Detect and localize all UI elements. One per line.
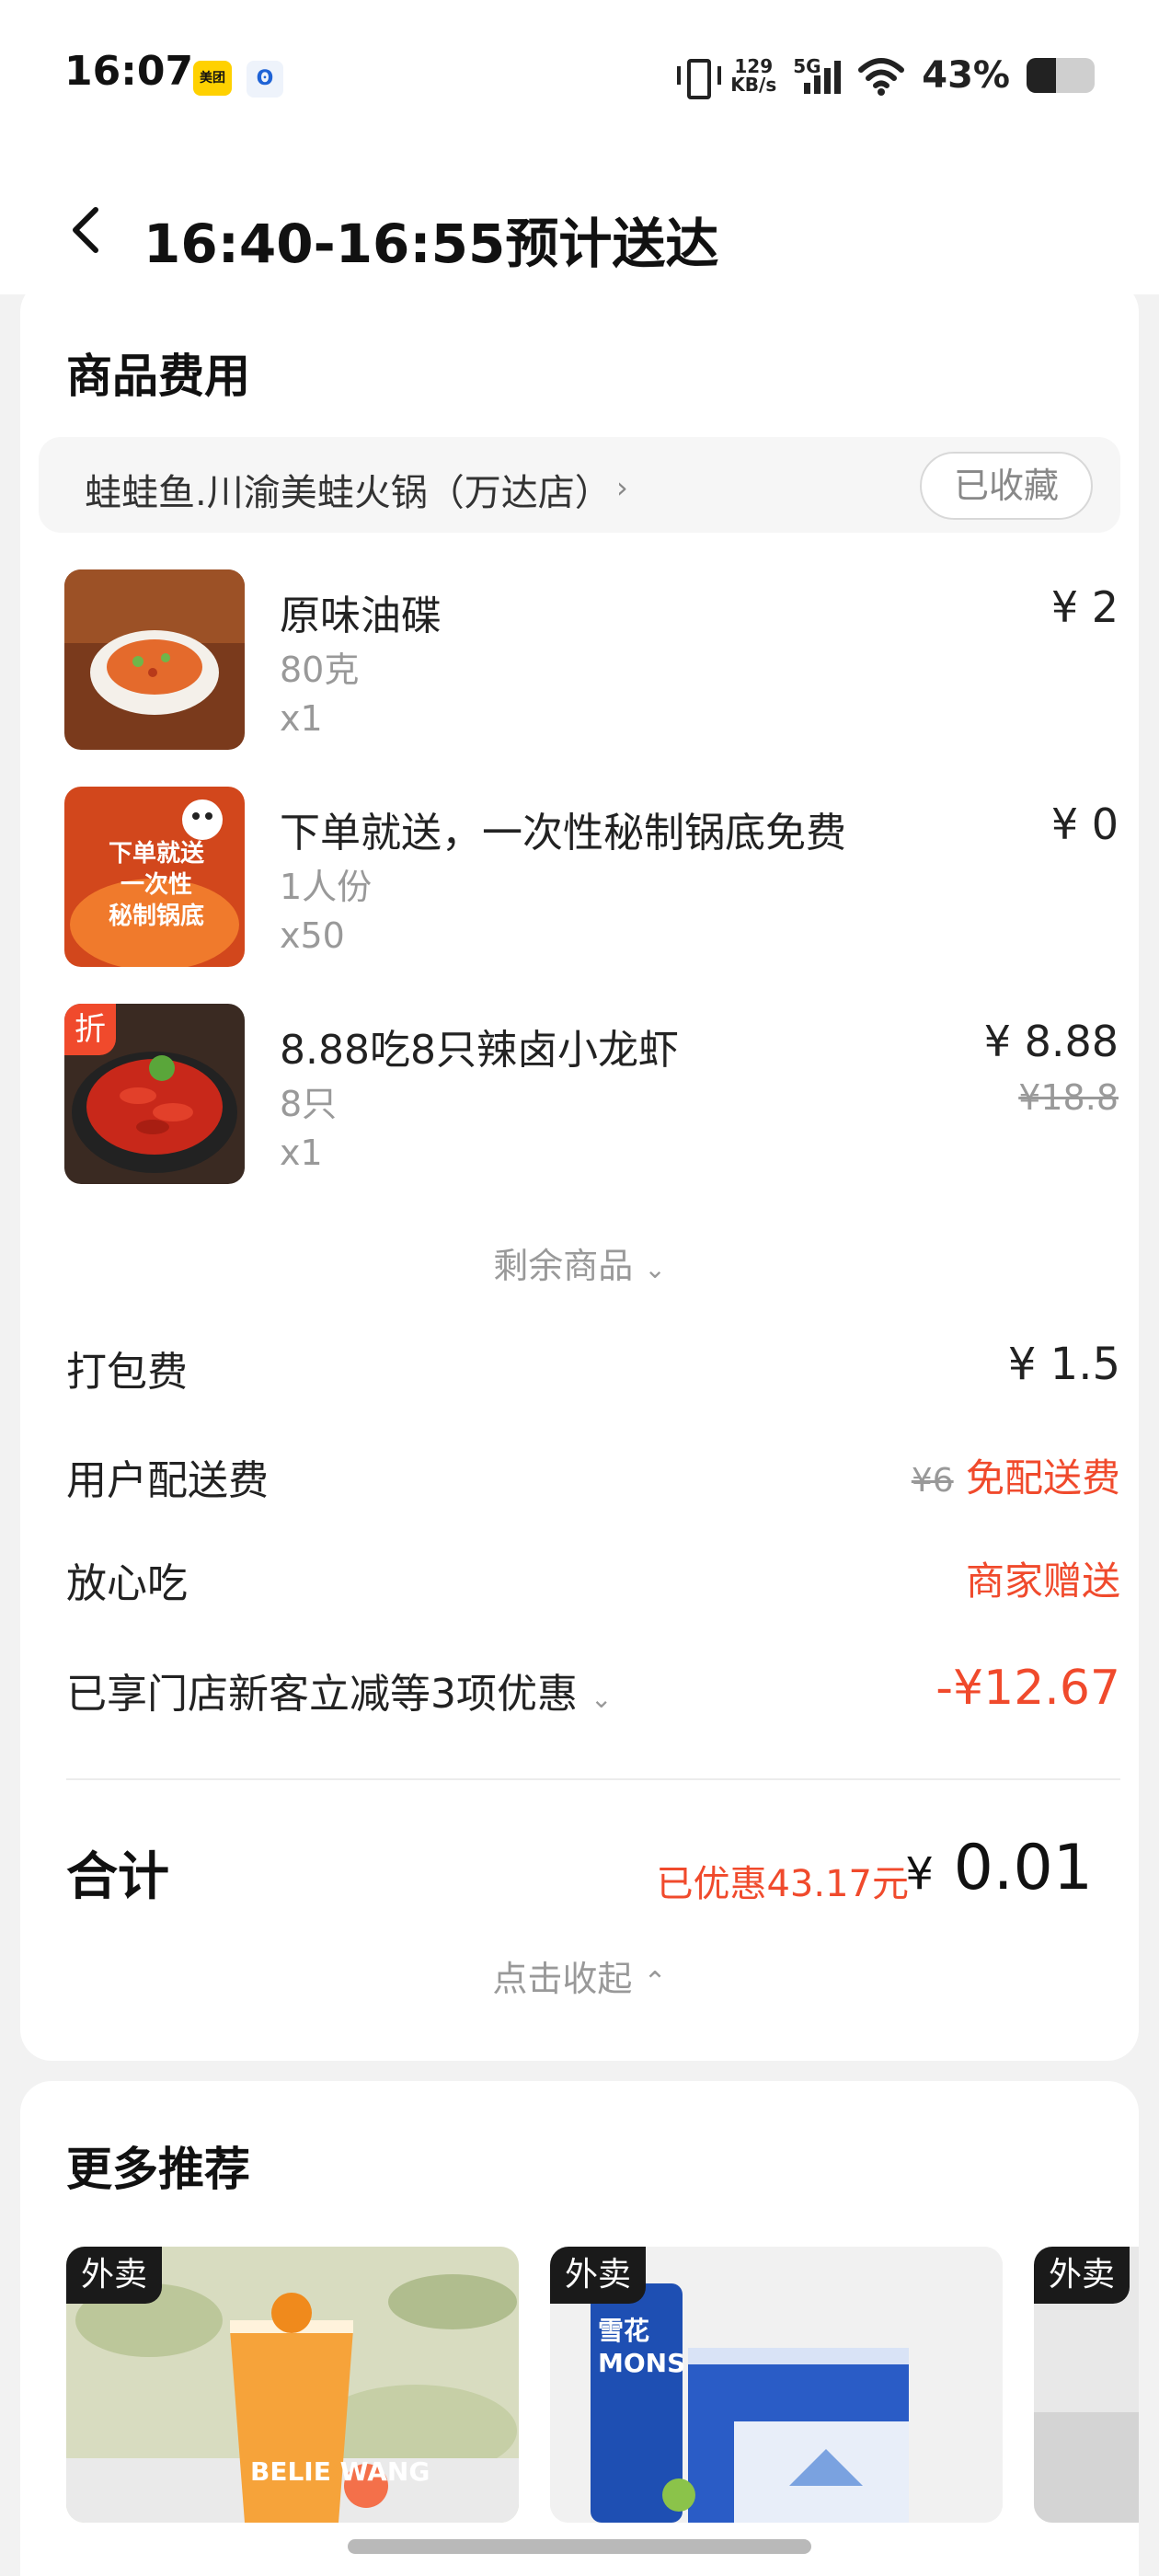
saved-amount: 已优惠43.17元 bbox=[656, 1863, 909, 1905]
favorited-button[interactable]: 已收藏 bbox=[920, 452, 1093, 520]
delivery-fee-original: ¥6 bbox=[911, 1462, 954, 1500]
order-fee-card: 商品费用 蛙蛙鱼.川渝美蛙火锅（万达店） › 已收藏 原味油碟 80克 x1 ¥… bbox=[20, 281, 1139, 2061]
item-spec: 80克 bbox=[280, 650, 360, 690]
page-header: 16:40-16:55预计送达 bbox=[0, 156, 1159, 294]
total-value: 0.01 bbox=[953, 1832, 1093, 1904]
wifi-icon bbox=[858, 58, 905, 96]
page-title: 16:40-16:55预计送达 bbox=[143, 213, 719, 275]
chevron-right-icon: › bbox=[616, 470, 628, 505]
network-speed: 129 KB/s bbox=[730, 57, 776, 94]
worry-free-value: 商家赠送 bbox=[965, 1558, 1120, 1604]
chevron-down-icon: ⌄ bbox=[591, 1684, 613, 1714]
notification-app-icon: ʘ bbox=[247, 61, 283, 98]
item-name: 下单就送，一次性秘制锅底免费 bbox=[280, 810, 846, 857]
item-quantity: x1 bbox=[280, 698, 323, 739]
divider bbox=[66, 1778, 1120, 1780]
item-price: ¥ 8.88 bbox=[983, 1017, 1119, 1066]
item-image bbox=[64, 569, 245, 750]
vibrate-icon bbox=[677, 55, 722, 99]
discount-row[interactable]: 已享门店新客立减等3项优惠 ⌄ -¥12.67 bbox=[66, 1661, 1120, 1725]
order-item[interactable]: 折 8.88吃8只辣卤小龙虾 8只 x1 ¥ 8.88 ¥18.8 bbox=[64, 1004, 1119, 1188]
battery-fill bbox=[1027, 58, 1056, 93]
item-spec: 1人份 bbox=[280, 867, 373, 907]
worry-free-label: 放心吃 bbox=[66, 1560, 188, 1607]
cellular-signal-icon: 5G bbox=[793, 55, 842, 96]
recommendation-image-text: BELIE WANG bbox=[250, 2456, 430, 2487]
recommendation-card: 更多推荐 BELIE WANG 外卖 雪花 MONS 外卖 外卖 bbox=[20, 2081, 1139, 2576]
item-image: 下单就送 一次性 秘制锅底 bbox=[64, 787, 245, 967]
total-label: 合计 bbox=[66, 1847, 169, 1907]
item-quantity: x50 bbox=[280, 915, 345, 956]
worry-free-row: 放心吃 商家赠送 bbox=[66, 1550, 1120, 1615]
item-image-caption: 下单就送 一次性 秘制锅底 bbox=[108, 840, 204, 930]
discount-label: 已享门店新客立减等3项优惠 bbox=[66, 1671, 578, 1718]
section-title-fees: 商品费用 bbox=[66, 350, 250, 403]
total-currency: ¥ bbox=[905, 1848, 934, 1900]
status-bar: 16:07 美团 ʘ 129 KB/s 5G 43% bbox=[0, 0, 1159, 156]
discount-label-group[interactable]: 已享门店新客立减等3项优惠 ⌄ bbox=[66, 1661, 612, 1719]
network-speed-value: 129 bbox=[734, 55, 774, 77]
meituan-app-icon: 美团 bbox=[193, 61, 232, 96]
status-indicators: 129 KB/s 5G 43% bbox=[677, 48, 1095, 103]
recommendation-item[interactable]: 外卖 bbox=[1034, 2247, 1139, 2523]
item-name: 原味油碟 bbox=[280, 592, 442, 639]
item-spec: 8只 bbox=[280, 1084, 338, 1124]
store-row[interactable]: 蛙蛙鱼.川渝美蛙火锅（万达店） › 已收藏 bbox=[39, 437, 1120, 533]
back-arrow-icon[interactable] bbox=[64, 202, 109, 258]
home-indicator[interactable] bbox=[348, 2539, 811, 2554]
delivery-fee-value-group: ¥6 免配送费 bbox=[912, 1447, 1120, 1503]
order-item[interactable]: 下单就送 一次性 秘制锅底 下单就送，一次性秘制锅底免费 1人份 x50 ¥ 0 bbox=[64, 787, 1119, 971]
delivery-fee-value: 免配送费 bbox=[965, 1455, 1120, 1501]
section-title-recommend: 更多推荐 bbox=[66, 2143, 250, 2196]
battery-icon bbox=[1027, 58, 1095, 93]
packing-fee-row: 打包费 ¥ 1.5 bbox=[66, 1339, 1120, 1403]
item-price: ¥ 0 bbox=[1050, 799, 1119, 849]
packing-fee-value: ¥ 1.5 bbox=[1007, 1339, 1120, 1390]
takeout-tag: 外卖 bbox=[66, 2247, 163, 2304]
collapse-label: 点击收起 bbox=[492, 1959, 633, 1999]
chevron-down-icon: ⌄ bbox=[644, 1254, 666, 1284]
recommendation-item[interactable]: 雪花 MONS 外卖 bbox=[550, 2247, 1003, 2523]
delivery-fee-row: 用户配送费 ¥6 免配送费 bbox=[66, 1447, 1120, 1512]
network-speed-unit: KB/s bbox=[730, 74, 777, 96]
collapse-button[interactable]: 点击收起 ⌃ bbox=[20, 1950, 1139, 2001]
battery-percent: 43% bbox=[922, 54, 1010, 97]
status-time: 16:07 bbox=[64, 48, 194, 95]
takeout-tag: 外卖 bbox=[1034, 2247, 1130, 2304]
packing-fee-label: 打包费 bbox=[66, 1349, 188, 1396]
takeout-tag: 外卖 bbox=[550, 2247, 647, 2304]
remaining-items-toggle[interactable]: 剩余商品 ⌄ bbox=[20, 1237, 1139, 1288]
total-amount: ¥ 0.01 bbox=[905, 1832, 1093, 1904]
item-name: 8.88吃8只辣卤小龙虾 bbox=[280, 1027, 679, 1074]
recommendation-list: BELIE WANG 外卖 雪花 MONS 外卖 外卖 bbox=[66, 2247, 1139, 2523]
store-name[interactable]: 蛙蛙鱼.川渝美蛙火锅（万达店） bbox=[85, 463, 612, 516]
discount-value: -¥12.67 bbox=[935, 1661, 1120, 1716]
recommendation-item[interactable]: BELIE WANG 外卖 bbox=[66, 2247, 519, 2523]
order-item[interactable]: 原味油碟 80克 x1 ¥ 2 bbox=[64, 569, 1119, 753]
item-price: ¥ 2 bbox=[1050, 582, 1119, 632]
recommendation-image-text: 雪花 MONS bbox=[598, 2316, 686, 2378]
delivery-fee-label: 用户配送费 bbox=[66, 1457, 269, 1504]
item-image: 折 bbox=[64, 1004, 245, 1184]
chevron-up-icon: ⌃ bbox=[643, 1966, 667, 1998]
discount-tag: 折 bbox=[64, 1004, 116, 1055]
item-original-price: ¥18.8 bbox=[1018, 1077, 1119, 1118]
remaining-items-label: 剩余商品 bbox=[493, 1246, 634, 1286]
item-quantity: x1 bbox=[280, 1133, 323, 1173]
